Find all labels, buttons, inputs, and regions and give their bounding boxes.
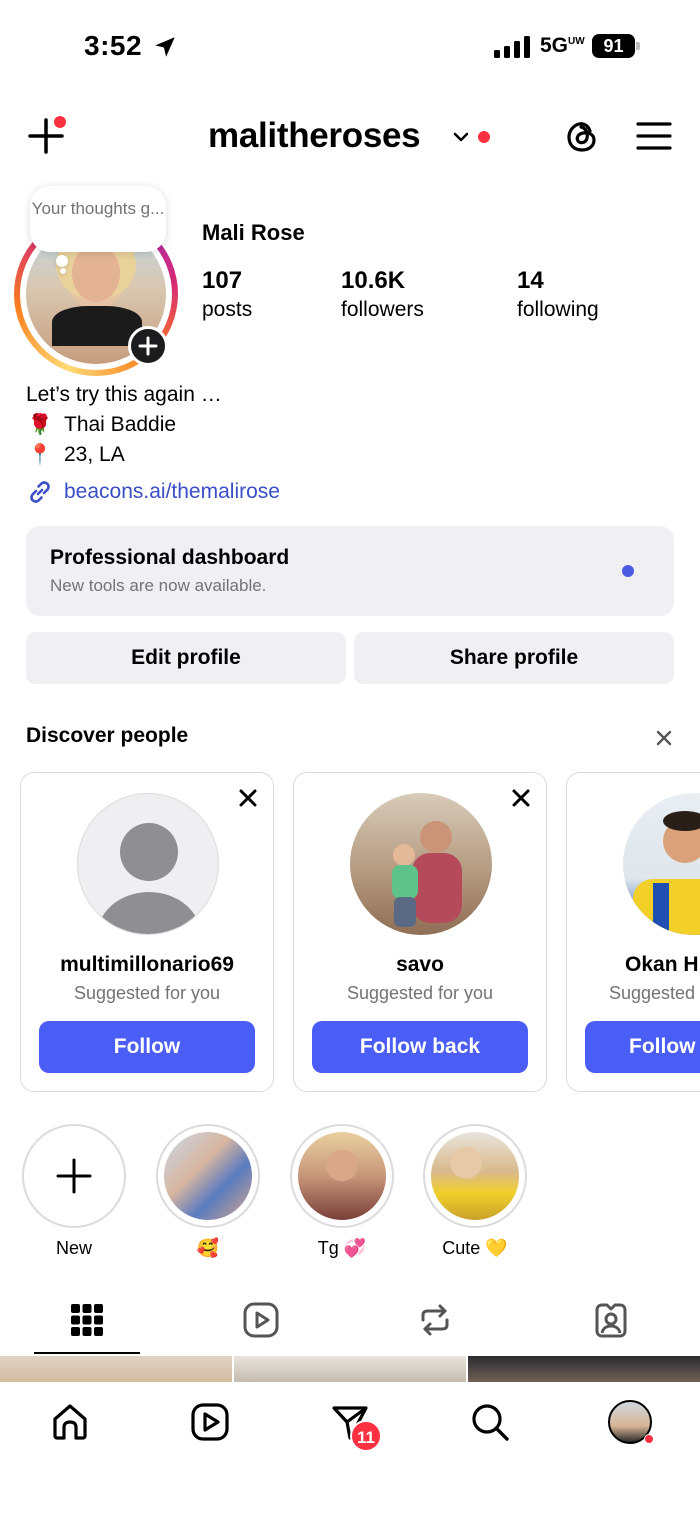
suggestion-card: savo Suggested for you Follow back xyxy=(293,772,547,1092)
create-notification-dot xyxy=(54,116,66,128)
stat-value: 14 xyxy=(517,267,544,294)
bio-link-text[interactable]: beacons.ai/themalirose xyxy=(64,480,280,504)
profile-header: malitheroses xyxy=(0,100,700,180)
reels-icon[interactable] xyxy=(241,1300,281,1340)
follow-button[interactable]: Follow xyxy=(585,1021,700,1073)
highlight-cover xyxy=(431,1132,519,1220)
default-avatar-icon[interactable] xyxy=(77,793,219,935)
highlight-ring xyxy=(423,1124,527,1228)
highlight-cover xyxy=(164,1132,252,1220)
bio-line: Let’s try this again … xyxy=(26,383,222,406)
bio-line: 🌹 Thai Baddie xyxy=(26,410,222,440)
follow-button[interactable]: Follow xyxy=(39,1021,255,1073)
stat-posts[interactable]: 107 posts xyxy=(202,266,252,324)
messages-badge: 11 xyxy=(350,1420,382,1452)
highlight-item[interactable]: 🥰 xyxy=(156,1124,260,1259)
chevron-down-icon[interactable] xyxy=(452,128,470,146)
suggestion-name[interactable]: savo xyxy=(294,953,546,977)
discover-people-title: Discover people xyxy=(26,724,189,747)
stat-value: 107 xyxy=(202,267,243,294)
dashboard-subtitle: New tools are now available. xyxy=(50,576,267,595)
search-icon[interactable] xyxy=(468,1400,512,1444)
highlight-item[interactable]: Tg 💞 xyxy=(290,1124,394,1259)
account-notification-dot xyxy=(478,131,490,143)
reposts-icon[interactable] xyxy=(415,1300,455,1340)
highlight-label: 🥰 xyxy=(196,1238,220,1258)
share-profile-button[interactable]: Share profile xyxy=(354,632,674,684)
suggestion-avatar[interactable] xyxy=(623,793,700,935)
suggestion-name[interactable]: Okan H xyxy=(625,953,700,977)
profile-tabs xyxy=(0,1292,700,1356)
rose-emoji: 🌹 xyxy=(27,414,53,436)
suggestion-avatar[interactable] xyxy=(350,793,492,935)
display-name: Mali Rose xyxy=(202,220,305,245)
suggestion-name[interactable]: multimillonario69 xyxy=(21,953,273,977)
highlight-label: New xyxy=(55,1238,92,1258)
status-bar: 3:52 5GUW 91 xyxy=(0,0,700,96)
highlight-ring xyxy=(156,1124,260,1228)
network-type: 5GUW xyxy=(540,34,585,57)
bio-line: 📍 23, LA xyxy=(26,440,222,470)
active-tab-indicator xyxy=(34,1352,140,1354)
note-bubble[interactable]: Your thoughts g... xyxy=(30,186,166,252)
profile-tab-dot xyxy=(644,1434,654,1444)
cellular-signal-icon xyxy=(494,36,530,58)
stat-following[interactable]: 14 following xyxy=(517,266,599,324)
home-icon[interactable] xyxy=(48,1400,92,1444)
battery-icon: 91 xyxy=(592,34,640,58)
tagged-icon[interactable] xyxy=(591,1300,631,1340)
follow-back-button[interactable]: Follow back xyxy=(312,1021,528,1073)
highlight-ring xyxy=(22,1124,126,1228)
account-username[interactable]: malitheroses xyxy=(208,116,421,156)
add-story-plus-icon xyxy=(138,336,158,356)
close-icon[interactable] xyxy=(652,726,676,750)
threads-icon[interactable] xyxy=(560,114,604,158)
pin-emoji: 📍 xyxy=(27,444,53,466)
dismiss-icon[interactable] xyxy=(237,787,259,809)
network-sup: UW xyxy=(568,36,585,47)
edit-profile-button[interactable]: Edit profile xyxy=(26,632,346,684)
status-time: 3:52 xyxy=(84,30,143,61)
dismiss-icon[interactable] xyxy=(510,787,532,809)
suggestion-card: multimillonario69 Suggested for you Foll… xyxy=(20,772,274,1092)
highlight-item[interactable]: Cute 💛 xyxy=(423,1124,527,1259)
stat-followers[interactable]: 10.6K followers xyxy=(341,266,424,324)
dashboard-title: Professional dashboard xyxy=(50,546,290,569)
bio-link[interactable]: beacons.ai/themalirose xyxy=(26,478,280,506)
bio: Let’s try this again … 🌹 Thai Baddie 📍 23,… xyxy=(26,380,222,470)
note-tail xyxy=(56,255,68,267)
dashboard-unread-dot xyxy=(622,565,634,577)
professional-dashboard[interactable]: Professional dashboard New tools are now… xyxy=(26,526,674,616)
note-tail-small xyxy=(60,268,66,274)
stat-label: followers xyxy=(341,298,424,321)
battery-level: 91 xyxy=(592,34,635,58)
add-story-button[interactable] xyxy=(128,326,168,366)
suggestion-reason: Suggested for you xyxy=(73,983,221,1003)
suggestion-reason: Suggested for you xyxy=(346,983,494,1003)
reels-icon[interactable] xyxy=(188,1400,232,1444)
link-icon xyxy=(30,481,50,503)
stat-label: posts xyxy=(202,298,253,321)
highlight-new[interactable]: New xyxy=(22,1124,126,1259)
stat-label: following xyxy=(517,298,599,321)
stat-value: 10.6K xyxy=(341,267,406,294)
suggestion-reason: Suggested xyxy=(609,983,696,1003)
plus-icon xyxy=(56,1158,92,1194)
grid-icon[interactable] xyxy=(67,1300,107,1340)
highlight-ring xyxy=(290,1124,394,1228)
bottom-nav: 11 xyxy=(0,1382,700,1517)
highlight-label: Cute 💛 xyxy=(442,1238,508,1258)
highlight-label: Tg 💞 xyxy=(317,1238,367,1258)
highlight-cover xyxy=(298,1132,386,1220)
location-arrow-icon xyxy=(155,37,175,57)
menu-icon[interactable] xyxy=(636,120,672,152)
suggestion-card-partial: Okan H Suggested Follow xyxy=(566,772,700,1092)
